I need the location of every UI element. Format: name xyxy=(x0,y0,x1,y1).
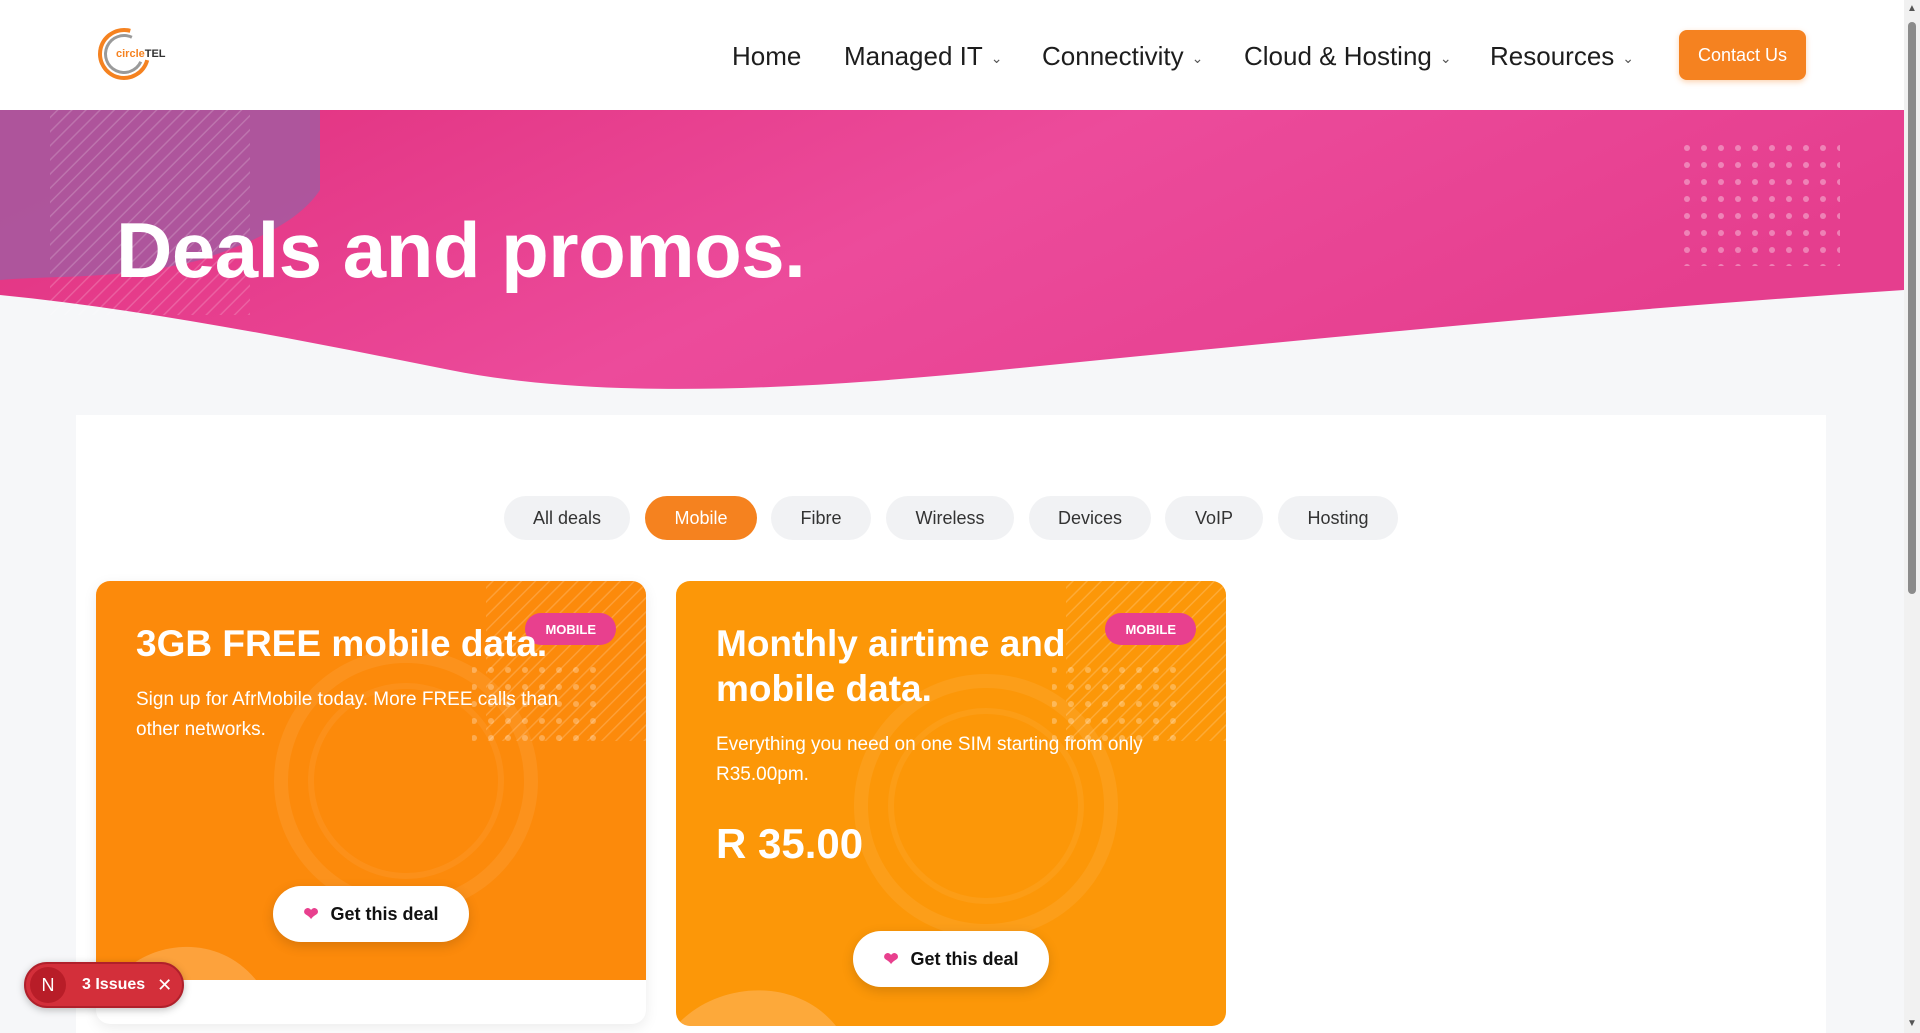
nav-connectivity-label: Connectivity xyxy=(1042,41,1184,71)
filter-hosting[interactable]: Hosting xyxy=(1278,496,1398,540)
deal-card: MOBILE 3GB FREE mobile data. Sign up for… xyxy=(96,581,646,1024)
close-icon[interactable]: ✕ xyxy=(157,975,172,996)
nav-resources[interactable]: Resources ⌄ xyxy=(1490,41,1634,72)
nav-resources-label: Resources xyxy=(1490,41,1615,71)
nav-home[interactable]: Home xyxy=(732,41,801,72)
deal-filter-tabs: All deals Mobile Fibre Wireless Devices … xyxy=(0,496,1904,540)
deal-price: R 35.00 xyxy=(716,820,864,867)
issues-avatar: N xyxy=(30,967,66,1003)
get-deal-label: Get this deal xyxy=(330,903,439,924)
hero-banner: Deals and promos. xyxy=(0,110,1904,415)
logo-text-circle: circle xyxy=(116,48,145,60)
filter-mobile[interactable]: Mobile xyxy=(645,496,757,540)
get-deal-label: Get this deal xyxy=(910,948,1019,969)
filter-voip[interactable]: VoIP xyxy=(1165,496,1263,540)
heart-icon: ❤ xyxy=(883,948,899,969)
chevron-down-icon: ⌄ xyxy=(1191,50,1204,66)
deal-description: Sign up for AfrMobile today. More FREE c… xyxy=(136,689,559,740)
page-title: Deals and promos. xyxy=(116,206,806,294)
page-scrollbar[interactable]: ▲ ▼ xyxy=(1904,0,1920,1033)
deal-card: MOBILE Monthly airtime and mobile data. … xyxy=(676,581,1226,1026)
filter-fibre[interactable]: Fibre xyxy=(771,496,871,540)
logo-wordmark: circleTEL xyxy=(116,48,166,60)
contact-us-button[interactable]: Contact Us xyxy=(1679,30,1806,80)
filter-all-deals[interactable]: All deals xyxy=(504,496,630,540)
nav-managed-it-label: Managed IT xyxy=(844,41,983,71)
scroll-up-arrow-icon[interactable]: ▲ xyxy=(1906,2,1918,16)
chevron-down-icon: ⌄ xyxy=(1622,50,1635,66)
scroll-down-arrow-icon[interactable]: ▼ xyxy=(1906,1017,1918,1031)
chevron-down-icon: ⌄ xyxy=(990,50,1003,66)
deal-title: Monthly airtime and mobile data. xyxy=(716,623,1066,709)
nav-home-label: Home xyxy=(732,41,802,71)
deal-description: Everything you need on one SIM starting … xyxy=(716,734,1143,785)
filter-wireless[interactable]: Wireless xyxy=(886,496,1014,540)
get-deal-button[interactable]: ❤ Get this deal xyxy=(273,886,469,942)
nav-cloud-hosting-label: Cloud & Hosting xyxy=(1244,41,1432,71)
logo-text-tel: TEL xyxy=(144,48,166,60)
filter-devices[interactable]: Devices xyxy=(1029,496,1151,540)
nav-connectivity[interactable]: Connectivity ⌄ xyxy=(1042,41,1203,72)
dev-issues-badge[interactable]: N 3 Issues ✕ xyxy=(24,962,184,1008)
chevron-down-icon: ⌄ xyxy=(1439,50,1452,66)
nav-managed-it[interactable]: Managed IT ⌄ xyxy=(844,41,1002,72)
nav-cloud-hosting[interactable]: Cloud & Hosting ⌄ xyxy=(1244,41,1452,72)
get-deal-button[interactable]: ❤ Get this deal xyxy=(853,931,1049,987)
deal-title: 3GB FREE mobile data. xyxy=(136,623,548,664)
brand-logo[interactable]: circleTEL xyxy=(88,18,168,90)
scroll-thumb[interactable] xyxy=(1908,22,1916,594)
heart-icon: ❤ xyxy=(303,903,319,924)
site-header: circleTEL Home Managed IT ⌄ Connectivity… xyxy=(0,0,1904,110)
issues-count-label: 3 Issues xyxy=(82,976,146,993)
